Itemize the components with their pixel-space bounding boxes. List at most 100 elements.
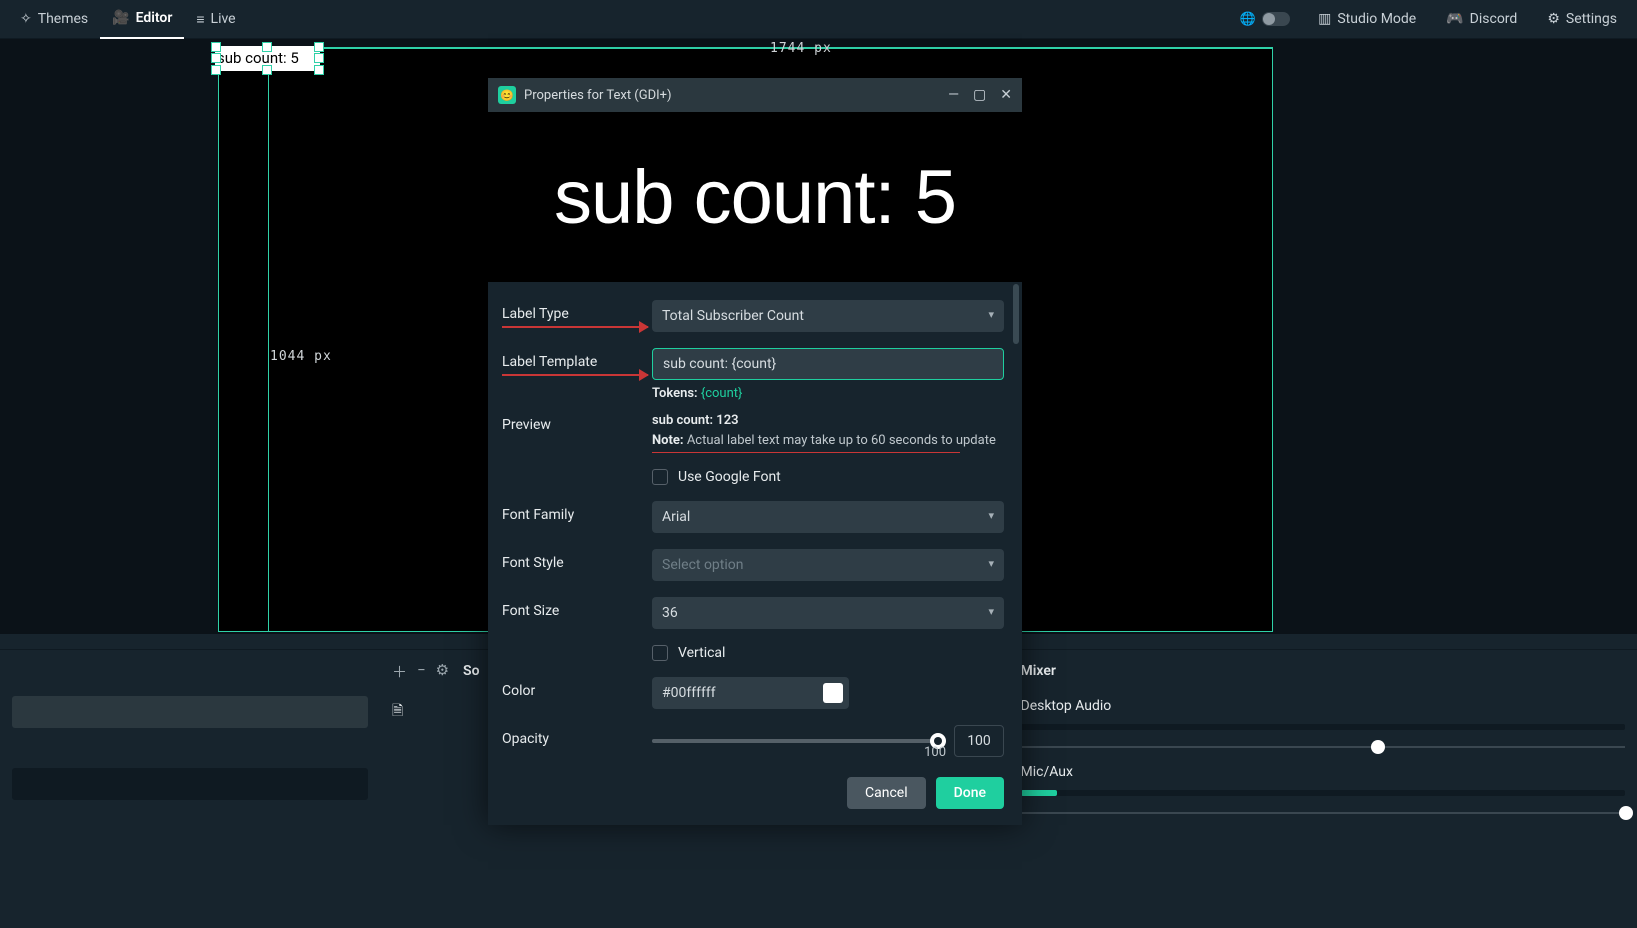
minimize-button[interactable]: —: [948, 87, 959, 103]
note-prefix: Note:: [652, 433, 684, 448]
opacity-label: Opacity: [502, 725, 652, 747]
google-font-label: Use Google Font: [678, 469, 781, 485]
top-nav: ✧ Themes 🎥 Editor ≡ Live 🌐 ▥ Studio Mode…: [0, 0, 1637, 39]
close-button[interactable]: ✕: [1000, 87, 1012, 103]
vertical-label: Vertical: [678, 645, 725, 661]
vertical-checkbox[interactable]: [652, 645, 668, 661]
dialog-titlebar[interactable]: 😊 Properties for Text (GDI+) — ▢ ✕: [488, 78, 1022, 112]
mixer-ch1-label: Desktop Audio: [1021, 698, 1626, 714]
mixer-ch1-volume[interactable]: [1021, 746, 1626, 748]
dialog-preview-text: sub count: 5: [554, 154, 956, 241]
camera-icon: 🎥: [112, 10, 129, 26]
nav-studio-mode[interactable]: ▥ Studio Mode: [1306, 0, 1428, 39]
mixer-panel: Mixer Desktop Audio Mic/Aux: [1009, 649, 1637, 928]
preview-value: sub count: 123: [652, 411, 1004, 431]
scene-item[interactable]: [12, 696, 368, 728]
preview-label: Preview: [502, 411, 652, 433]
file-icon: 🗎: [392, 700, 403, 724]
resize-handle-se[interactable]: [314, 65, 324, 75]
font-family-select[interactable]: Arial ▾: [652, 501, 1004, 533]
nav-studio-label: Studio Mode: [1337, 11, 1416, 27]
label-template-input[interactable]: sub count: {count}: [652, 348, 1004, 380]
wand-icon: ✧: [20, 11, 32, 27]
resize-handle-n[interactable]: [262, 42, 272, 52]
mixer-title: Mixer: [1021, 663, 1056, 679]
resize-handle-e[interactable]: [314, 53, 324, 63]
resize-handle-w[interactable]: [211, 53, 221, 63]
remove-source-button[interactable]: −: [417, 661, 426, 682]
done-button[interactable]: Done: [936, 777, 1004, 809]
opacity-value-text: 100: [967, 733, 991, 749]
resize-handle-sw[interactable]: [211, 65, 221, 75]
dialog-footer: Cancel Done: [488, 767, 1022, 825]
tokens-value: {count}: [701, 386, 743, 401]
font-family-label: Font Family: [502, 501, 652, 523]
discord-icon: 🎮: [1446, 11, 1463, 27]
mixer-ch1-thumb[interactable]: [1371, 740, 1385, 754]
resize-handle-nw[interactable]: [211, 42, 221, 52]
resize-handle-s[interactable]: [262, 65, 272, 75]
note-text: Actual label text may take up to 60 seco…: [684, 433, 996, 448]
chevron-down-icon: ▾: [988, 557, 994, 570]
chevron-down-icon: ▾: [988, 605, 994, 618]
color-swatch[interactable]: [823, 683, 843, 703]
font-family-value: Arial: [662, 509, 690, 525]
maximize-button[interactable]: ▢: [973, 87, 986, 103]
mixer-ch2-label: Mic/Aux: [1021, 764, 1626, 780]
color-input[interactable]: #00ffffff: [652, 677, 849, 709]
nav-live[interactable]: ≡ Live: [184, 0, 247, 39]
unknown-toggle[interactable]: 🌐: [1240, 12, 1290, 27]
label-type-value: Total Subscriber Count: [662, 308, 804, 324]
opacity-value-input[interactable]: 100: [954, 725, 1004, 757]
nav-discord-label: Discord: [1470, 11, 1518, 27]
source-settings-button[interactable]: ⚙: [436, 661, 449, 682]
nav-settings-label: Settings: [1566, 11, 1617, 27]
nav-live-label: Live: [211, 11, 236, 27]
mixer-ch2-volume[interactable]: [1021, 812, 1626, 814]
opacity-slider[interactable]: [652, 739, 944, 743]
cancel-button[interactable]: Cancel: [847, 777, 926, 809]
toggle-pill[interactable]: [1262, 12, 1290, 26]
sources-title: So: [463, 663, 479, 679]
add-source-button[interactable]: ＋: [392, 661, 407, 682]
nav-editor-label: Editor: [136, 10, 173, 26]
font-style-label: Font Style: [502, 549, 652, 571]
dialog-title: Properties for Text (GDI+): [524, 88, 672, 103]
font-size-select[interactable]: 36 ▾: [652, 597, 1004, 629]
annotation-arrow-1: [502, 326, 648, 328]
nav-themes-label: Themes: [38, 11, 88, 27]
scene-item[interactable]: [12, 768, 368, 800]
font-size-value: 36: [662, 605, 678, 621]
resize-handle-ne[interactable]: [314, 42, 324, 52]
chevron-down-icon: ▾: [988, 308, 994, 321]
google-font-checkbox[interactable]: [652, 469, 668, 485]
font-style-placeholder: Select option: [662, 557, 744, 573]
mixer-ch1-meter: [1021, 724, 1626, 730]
globe-icon: 🌐: [1240, 12, 1256, 27]
live-icon: ≡: [196, 11, 204, 28]
canvas-width-label: 1744 px: [770, 41, 832, 56]
mixer-ch2-thumb[interactable]: [1619, 806, 1633, 820]
font-style-select[interactable]: Select option ▾: [652, 549, 1004, 581]
color-value: #00ffffff: [662, 685, 815, 701]
label-template-value: sub count: {count}: [663, 356, 776, 372]
opacity-max-label: 100: [924, 745, 946, 760]
color-label: Color: [502, 677, 652, 699]
gear-icon: ⚙: [1547, 11, 1560, 27]
font-size-label: Font Size: [502, 597, 652, 619]
nav-editor[interactable]: 🎥 Editor: [100, 0, 184, 39]
dialog-body: Label Type Total Subscriber Count ▾ Labe…: [488, 282, 1022, 767]
dialog-scrollbar[interactable]: [1013, 284, 1019, 344]
ruler-vertical: [268, 47, 269, 632]
label-type-select[interactable]: Total Subscriber Count ▾: [652, 300, 1004, 332]
scenes-panel: [0, 649, 380, 928]
nav-discord[interactable]: 🎮 Discord: [1434, 0, 1529, 39]
nav-themes[interactable]: ✧ Themes: [8, 0, 100, 39]
tokens-prefix: Tokens:: [652, 386, 698, 401]
dialog-preview-panel: sub count: 5: [488, 112, 1022, 282]
annotation-underline: [652, 452, 960, 453]
canvas-height-label: 1044 px: [270, 349, 332, 364]
label-template-label: Label Template: [502, 348, 652, 370]
mixer-ch2-meter: [1021, 790, 1626, 796]
nav-settings[interactable]: ⚙ Settings: [1535, 0, 1629, 39]
